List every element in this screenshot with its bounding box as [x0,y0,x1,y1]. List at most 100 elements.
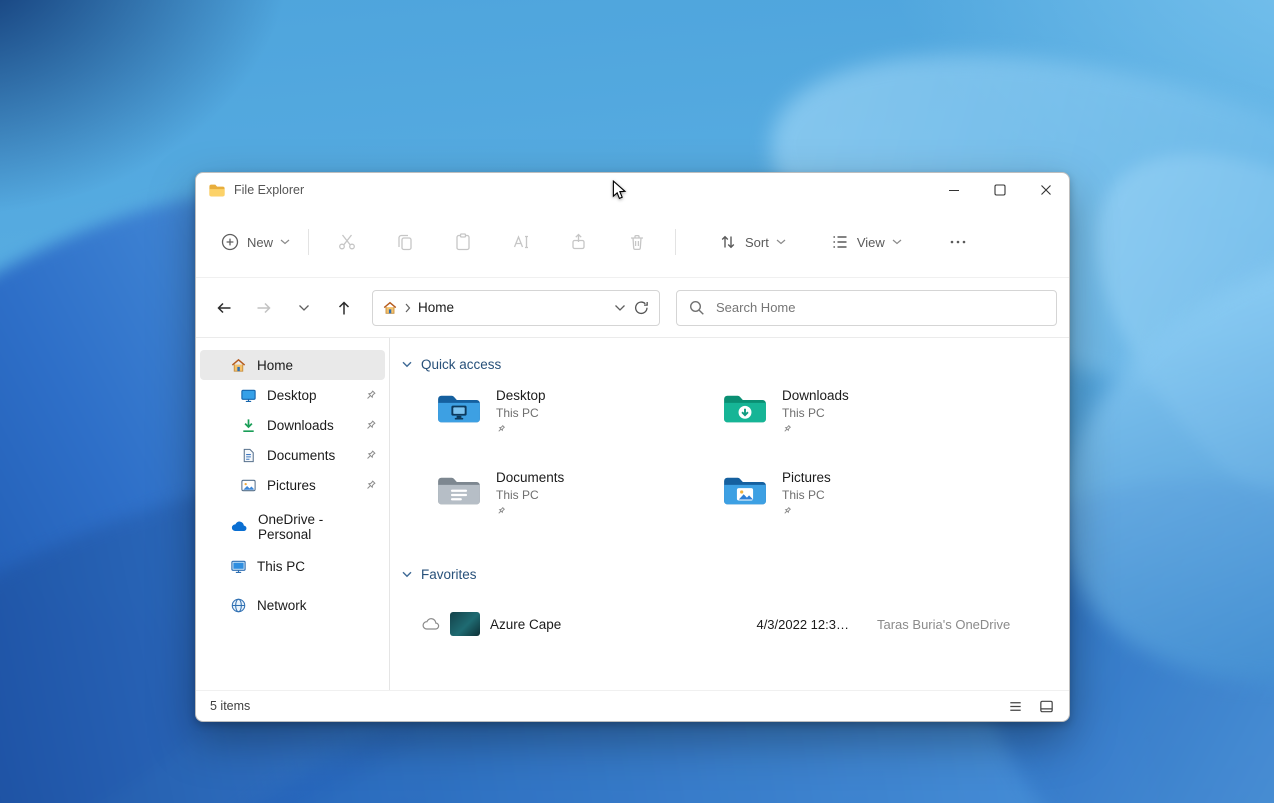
share-button[interactable] [557,222,601,262]
desktop-folder-icon [436,390,482,428]
titlebar[interactable]: File Explorer [196,173,1069,207]
tile-downloads[interactable]: Downloads This PC [722,388,1008,446]
delete-button[interactable] [615,222,659,262]
breadcrumb-home[interactable]: Home [418,300,454,315]
sidebar-item-label: Pictures [267,478,316,493]
toolbar-separator [675,229,676,255]
file-name: Azure Cape [490,617,689,632]
details-view-icon[interactable] [1007,698,1024,715]
sidebar-item-label: Home [257,358,293,373]
pin-icon [364,389,377,402]
pin-icon [782,424,849,434]
quick-access-tiles: Desktop This PC [436,388,1053,528]
search-input[interactable] [714,299,1045,316]
mouse-cursor [612,180,627,200]
tile-name: Desktop [496,388,546,403]
chevron-down-icon [402,361,412,368]
items-view: Quick access [390,338,1069,690]
maximize-button[interactable] [977,173,1023,207]
pin-icon [364,479,377,492]
picture-icon [240,477,257,494]
rename-button[interactable] [499,222,543,262]
favorites-section-header[interactable]: Favorites [402,564,1053,584]
sidebar-item-network[interactable]: Network [200,590,385,620]
up-button[interactable] [326,290,362,326]
command-bar: New [196,207,1069,278]
desktop-wallpaper: File Explorer N [0,0,1274,803]
chevron-down-icon [776,239,786,245]
thumbnail-view-icon[interactable] [1038,698,1055,715]
plus-circle-icon [220,232,240,252]
toolbar-separator [308,229,309,255]
item-count: 5 items [210,699,250,713]
sidebar-item-documents[interactable]: Documents [200,440,385,470]
forward-button[interactable] [246,290,282,326]
cut-button[interactable] [325,222,369,262]
status-bar: 5 items [196,690,1069,721]
sidebar-item-downloads[interactable]: Downloads [200,410,385,440]
sort-button-label: Sort [745,235,769,250]
navigation-pane: Home Desktop [196,338,390,690]
downloads-folder-icon [722,390,768,428]
file-explorer-window: File Explorer N [195,172,1070,722]
close-button[interactable] [1023,173,1069,207]
tile-location: This PC [496,488,564,502]
tile-desktop[interactable]: Desktop This PC [436,388,722,446]
sidebar-item-label: Network [257,598,307,613]
tile-name: Documents [496,470,564,485]
recent-locations-button[interactable] [286,290,322,326]
address-dropdown-chevron-icon[interactable] [614,304,626,312]
this-pc-monitor-icon [230,558,247,575]
section-title: Quick access [421,357,501,372]
tile-location: This PC [782,406,849,420]
tile-pictures[interactable]: Pictures This PC [722,470,1008,528]
home-icon [230,357,247,374]
refresh-button[interactable] [633,299,650,316]
pictures-folder-icon [722,472,768,510]
sidebar-item-home[interactable]: Home [200,350,385,380]
sidebar-item-desktop[interactable]: Desktop [200,380,385,410]
document-icon [240,447,257,464]
back-button[interactable] [206,290,242,326]
pin-icon [496,424,546,434]
view-button-label: View [857,235,885,250]
pin-icon [364,449,377,462]
quick-access-section-header[interactable]: Quick access [402,354,1053,374]
chevron-down-icon [402,571,412,578]
chevron-down-icon [280,239,290,245]
sort-button[interactable]: Sort [708,222,796,262]
home-icon [382,300,398,316]
pin-icon [782,506,831,516]
sidebar-item-label: OneDrive - Personal [258,512,377,542]
window-title: File Explorer [234,183,304,197]
new-button[interactable]: New [210,222,300,262]
paste-button[interactable] [441,222,485,262]
search-box[interactable] [676,290,1057,326]
sidebar-item-label: Desktop [267,388,317,403]
tile-documents[interactable]: Documents This PC [436,470,722,528]
sidebar-item-this-pc[interactable]: This PC [200,551,385,581]
sidebar-item-label: This PC [257,559,305,574]
download-arrow-icon [240,417,257,434]
tile-location: This PC [782,488,831,502]
sort-arrows-icon [718,232,738,252]
copy-button[interactable] [383,222,427,262]
more-options-button[interactable] [936,222,980,262]
view-button[interactable]: View [820,222,912,262]
desktop-monitor-icon [240,387,257,404]
new-button-label: New [247,235,273,250]
sidebar-item-pictures[interactable]: Pictures [200,470,385,500]
onedrive-cloud-icon [230,518,248,536]
sidebar-item-onedrive[interactable]: OneDrive - Personal [200,512,385,542]
file-date-modified: 4/3/2022 12:3… [699,617,849,632]
breadcrumb-separator-icon [405,303,411,313]
pin-icon [496,506,564,516]
documents-folder-icon [436,472,482,510]
view-list-icon [830,232,850,252]
cloud-status-icon [422,617,440,631]
tile-name: Pictures [782,470,831,485]
favorite-file-row[interactable]: Azure Cape 4/3/2022 12:3… Taras Buria's … [402,608,1053,640]
address-bar[interactable]: Home [372,290,660,326]
minimize-button[interactable] [931,173,977,207]
file-explorer-app-icon [208,182,226,199]
